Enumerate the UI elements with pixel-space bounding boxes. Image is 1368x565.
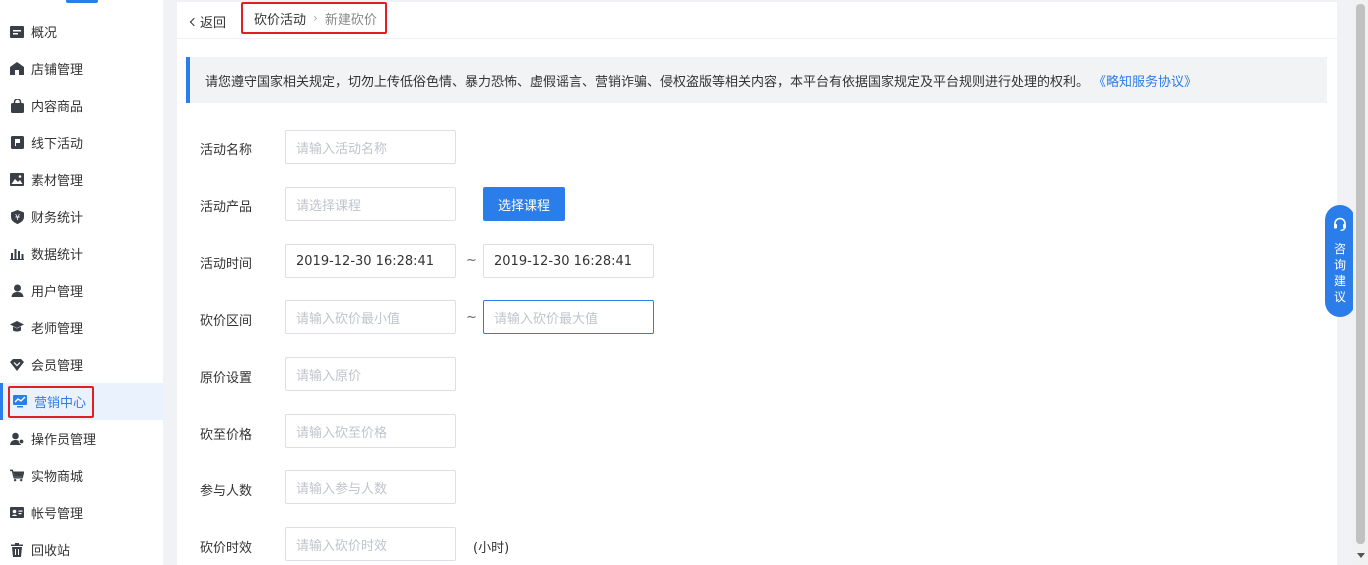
back-button[interactable]: 返回 [189, 12, 227, 31]
select-course-button[interactable]: 选择课程 [483, 187, 565, 221]
time-range-separator: ~ [466, 253, 477, 268]
end-time-input[interactable]: 2019-12-30 16:28:41 [483, 244, 654, 278]
range-separator: ~ [466, 310, 477, 325]
sidebar-item-offline[interactable]: 线下活动 [0, 124, 163, 161]
sidebar-item-overview[interactable]: 概况 [0, 13, 163, 50]
sidebar-item-label: 线下活动 [31, 137, 84, 152]
finance-icon: ¥ [10, 209, 24, 224]
cart-icon [10, 469, 24, 483]
sidebar-item-label: 数据统计 [31, 248, 84, 263]
notice-banner: 请您遵守国家相关规定，切勿上传低俗色情、暴力恐怖、虚假谣言、营销诈骗、侵权盗版等… [186, 57, 1327, 103]
activity-product-input[interactable]: 请选择课程 [285, 187, 456, 221]
top-bar: 返回 砍价活动 › 新建砍价 [177, 2, 1337, 39]
sidebar-item-label: 老师管理 [31, 322, 84, 337]
activity-product-label: 活动产品 [200, 200, 253, 215]
sidebar-item-label: 概况 [31, 26, 58, 41]
sidebar-item-material[interactable]: 素材管理 [0, 161, 163, 198]
main-panel: 返回 砍价活动 › 新建砍价 请您遵守国家相关规定，切勿上传低俗色情、暴力恐怖、… [177, 2, 1337, 565]
sidebar-item-content[interactable]: 内容商品 [0, 87, 163, 124]
headset-icon [1333, 217, 1347, 235]
trash-icon [10, 542, 24, 557]
sidebar-item-label: 店铺管理 [31, 63, 84, 78]
original-price-input[interactable]: 请输入原价 [285, 357, 456, 391]
sidebar-item-label: 用户管理 [31, 285, 84, 300]
overview-icon [10, 25, 24, 39]
bargain-duration-label: 砍价时效 [200, 541, 253, 556]
bag-icon [10, 98, 24, 113]
activity-name-input[interactable]: 请输入活动名称 [285, 130, 456, 164]
participants-input[interactable]: 请输入参与人数 [285, 470, 456, 504]
image-icon [10, 173, 24, 187]
sidebar-item-label: 财务统计 [31, 211, 84, 226]
sidebar-item-label: 会员管理 [31, 359, 84, 374]
breadcrumb: 砍价活动 › 新建砍价 [241, 2, 387, 34]
activity-name-label: 活动名称 [200, 143, 253, 158]
sidebar-item-label: 操作员管理 [31, 433, 97, 448]
bargain-range-label: 砍价区间 [200, 314, 253, 329]
sidebar-item-marketing[interactable]: 营销中心 [0, 383, 163, 420]
active-indicator [0, 383, 3, 420]
breadcrumb-item-bargain[interactable]: 砍价活动 [254, 9, 306, 28]
participants-label: 参与人数 [200, 484, 253, 499]
sidebar-item-store[interactable]: 店铺管理 [0, 50, 163, 87]
notice-text: 请您遵守国家相关规定，切勿上传低俗色情、暴力恐怖、虚假谣言、营销诈骗、侵权盗版等… [205, 74, 1090, 90]
consult-label: 咨询建议 [1333, 242, 1346, 304]
operator-icon [10, 432, 24, 446]
sidebar-item-label: 帐号管理 [31, 507, 84, 522]
bargain-min-input[interactable]: 请输入砍价最小值 [285, 300, 456, 334]
sidebar-item-label: 实物商城 [31, 470, 84, 485]
original-price-label: 原价设置 [200, 371, 253, 386]
sidebar-item-data[interactable]: 数据统计 [0, 235, 163, 272]
logo-strip [66, 0, 98, 3]
flag-icon [10, 136, 24, 150]
bargain-max-input[interactable]: 请输入砍价最大值 [483, 300, 654, 334]
scrollbar-thumb[interactable] [1356, 4, 1365, 544]
chevron-left-icon [189, 17, 199, 27]
sidebar-item-label: 素材管理 [31, 174, 84, 189]
hours-unit: (小时) [473, 541, 510, 556]
user-icon [10, 284, 24, 298]
sidebar-item-label: 内容商品 [31, 100, 84, 115]
scroll-down-arrow-icon[interactable] [1357, 553, 1365, 558]
teacher-icon [10, 321, 24, 335]
account-card-icon [10, 506, 24, 520]
activity-time-label: 活动时间 [200, 257, 253, 272]
sidebar-item-operators[interactable]: 操作员管理 [0, 420, 163, 457]
bargain-duration-input[interactable]: 请输入砍价时效 [285, 527, 456, 561]
svg-text:¥: ¥ [14, 213, 19, 222]
sidebar-item-mall[interactable]: 实物商城 [0, 457, 163, 494]
sidebar-item-finance[interactable]: ¥ 财务统计 [0, 198, 163, 235]
sidebar-item-label: 回收站 [31, 544, 71, 559]
breadcrumb-separator: › [313, 11, 318, 25]
back-label: 返回 [200, 16, 227, 31]
highlight-box [8, 386, 94, 418]
chart-icon [10, 247, 24, 261]
sidebar-item-members[interactable]: 会员管理 [0, 346, 163, 383]
sidebar-item-users[interactable]: 用户管理 [0, 272, 163, 309]
start-time-input[interactable]: 2019-12-30 16:28:41 [285, 244, 456, 278]
breadcrumb-item-new: 新建砍价 [324, 12, 377, 28]
member-icon [10, 358, 24, 372]
sidebar: 概况 店铺管理 内容商品 线下活动 素材管理 ¥ 财务统计 数据统计 用户管理 … [0, 0, 163, 565]
target-price-input[interactable]: 请输入砍至价格 [285, 414, 456, 448]
target-price-label: 砍至价格 [200, 428, 253, 443]
sidebar-item-recycle[interactable]: 回收站 [0, 531, 163, 565]
sidebar-item-teachers[interactable]: 老师管理 [0, 309, 163, 346]
service-agreement-link[interactable]: 《略知服务协议》 [1093, 71, 1197, 90]
sidebar-item-account[interactable]: 帐号管理 [0, 494, 163, 531]
consult-suggestion-button[interactable]: 咨询建议 [1325, 205, 1355, 317]
vertical-scrollbar[interactable] [1353, 0, 1368, 565]
store-icon [10, 62, 24, 76]
